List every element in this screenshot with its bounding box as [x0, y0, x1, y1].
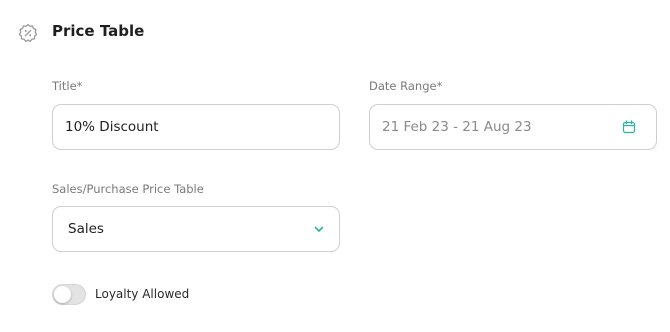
toggle-knob — [54, 286, 71, 303]
chevron-down-icon[interactable] — [312, 222, 326, 236]
page-title: Price Table — [52, 22, 145, 40]
table-type-selected-value: Sales — [68, 221, 104, 237]
table-type-field-label: Sales/Purchase Price Table — [52, 182, 204, 196]
discount-badge-icon — [18, 23, 38, 43]
loyalty-allowed-label: Loyalty Allowed — [95, 287, 190, 301]
date-range-input[interactable]: 21 Feb 23 - 21 Aug 23 — [369, 104, 657, 150]
date-range-value: 21 Feb 23 - 21 Aug 23 — [382, 119, 532, 135]
price-table-form: Price Table Title* 10% Discount Date Ran… — [0, 0, 670, 332]
calendar-icon[interactable] — [622, 120, 636, 134]
title-input[interactable]: 10% Discount — [52, 104, 340, 150]
date-range-field-label: Date Range* — [369, 79, 443, 93]
title-input-value: 10% Discount — [65, 119, 159, 135]
title-field-label: Title* — [52, 79, 83, 93]
table-type-select[interactable]: Sales — [52, 206, 340, 252]
loyalty-allowed-toggle[interactable] — [52, 284, 86, 305]
